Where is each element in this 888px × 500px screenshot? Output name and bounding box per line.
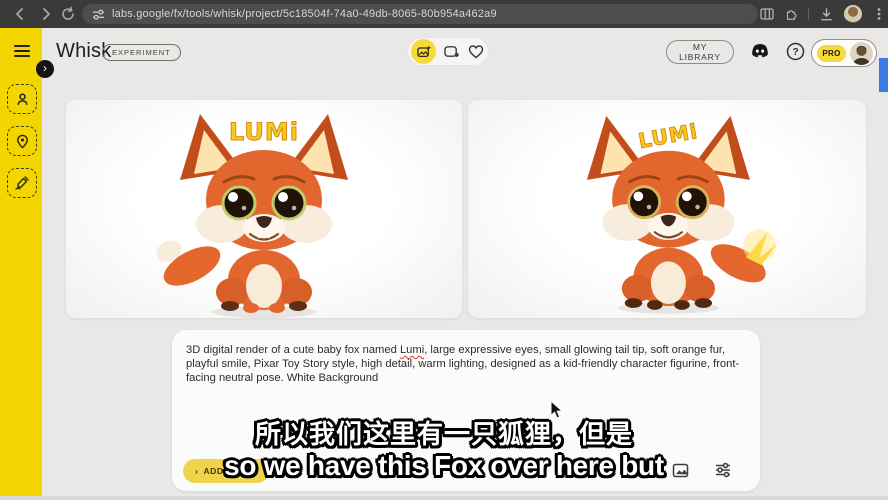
help-icon[interactable]: ? <box>786 42 805 61</box>
fox-illustration-right: LUMi <box>468 100 866 318</box>
sidebar-slot-scene[interactable] <box>7 126 37 156</box>
person-icon <box>15 92 30 107</box>
prompt-spellcheck-word: Lumi <box>400 344 424 356</box>
back-icon[interactable] <box>12 6 28 22</box>
prompt-text-before: 3D digital render of a cute baby fox nam… <box>186 344 400 356</box>
subtitle-chinese: 所以我们这里有一只狐狸，但是 <box>0 414 888 451</box>
tab-groups-icon[interactable] <box>760 7 774 21</box>
scrollbar-thumb[interactable] <box>879 58 888 92</box>
favorites-heart-icon[interactable] <box>468 44 484 59</box>
generated-image-left[interactable]: LUMi <box>66 100 462 318</box>
generated-image-right[interactable]: LUMi <box>468 100 866 318</box>
prompt-editor[interactable]: 3D digital render of a cute baby fox nam… <box>186 343 748 385</box>
my-library-button[interactable]: MY LIBRARY <box>666 40 734 64</box>
site-info-icon[interactable] <box>92 8 105 21</box>
whisk-app-screenshot: labs.google/fx/tools/whisk/project/5c185… <box>0 0 888 500</box>
sidebar-collapse-button[interactable]: › <box>36 60 54 78</box>
image-mode-button[interactable] <box>411 39 436 64</box>
toolbar-divider <box>808 8 809 20</box>
browser-profile-avatar[interactable] <box>844 5 862 23</box>
sidebar-slot-subject[interactable] <box>7 84 37 114</box>
discord-icon[interactable] <box>749 42 771 62</box>
svg-text:?: ? <box>792 47 798 58</box>
experiment-badge: EXPERIMENT <box>102 44 181 61</box>
extensions-icon[interactable] <box>784 7 798 21</box>
url-text[interactable]: labs.google/fx/tools/whisk/project/5c185… <box>112 8 497 20</box>
reload-icon[interactable] <box>60 6 76 22</box>
fox-tail-left <box>153 236 227 294</box>
location-pin-icon <box>15 134 30 149</box>
bottom-edge-strip <box>0 496 888 500</box>
subtitle-english: so we have this Fox over here but <box>0 450 888 482</box>
fox-illustration-left: LUMi <box>66 100 462 318</box>
browser-menu-icon[interactable] <box>872 7 886 21</box>
fox-name-label: LUMi <box>637 119 700 153</box>
fox-name-label: LUMi <box>229 118 299 146</box>
browser-chrome: labs.google/fx/tools/whisk/project/5c185… <box>0 0 888 28</box>
download-icon[interactable] <box>819 7 834 22</box>
mouse-cursor <box>550 400 565 420</box>
user-avatar <box>850 42 873 65</box>
forward-icon[interactable] <box>38 6 54 22</box>
sidebar-slot-style[interactable] <box>7 168 37 198</box>
chrome-toolbar-right <box>760 5 886 23</box>
address-bar[interactable]: labs.google/fx/tools/whisk/project/5c185… <box>82 4 758 24</box>
mode-switcher <box>407 37 489 66</box>
pro-badge: PRO <box>817 45 846 62</box>
menu-icon[interactable] <box>14 45 30 57</box>
video-mode-button[interactable] <box>444 44 460 59</box>
image-sparkle-icon <box>417 45 431 59</box>
pen-icon <box>14 175 30 191</box>
account-button[interactable]: PRO <box>811 39 877 67</box>
